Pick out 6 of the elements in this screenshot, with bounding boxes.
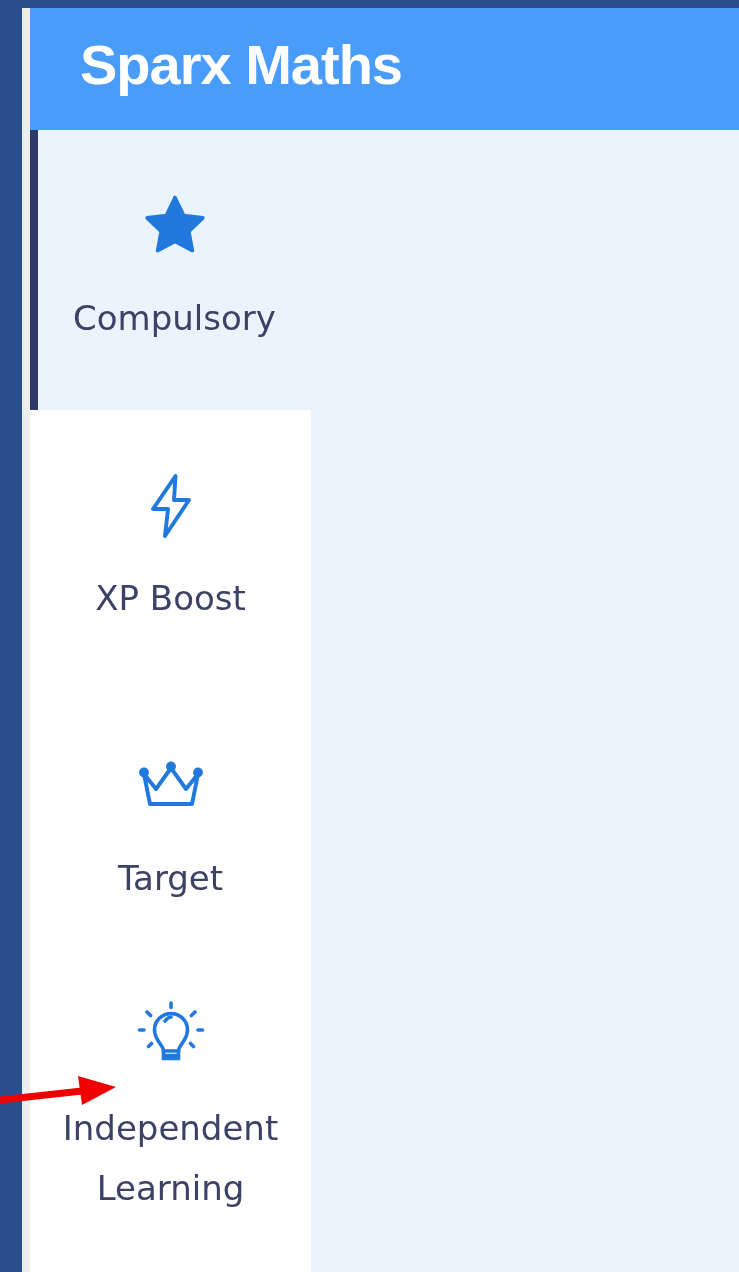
- nav-label: Target: [116, 857, 225, 900]
- nav-item[interactable]: Compulsory: [30, 130, 311, 410]
- nav-label: XP Boost: [94, 577, 247, 620]
- app-title: Sparx Maths: [80, 31, 402, 97]
- nav-label: Independent Learning: [61, 1107, 280, 1210]
- nav-label: Compulsory: [72, 297, 277, 340]
